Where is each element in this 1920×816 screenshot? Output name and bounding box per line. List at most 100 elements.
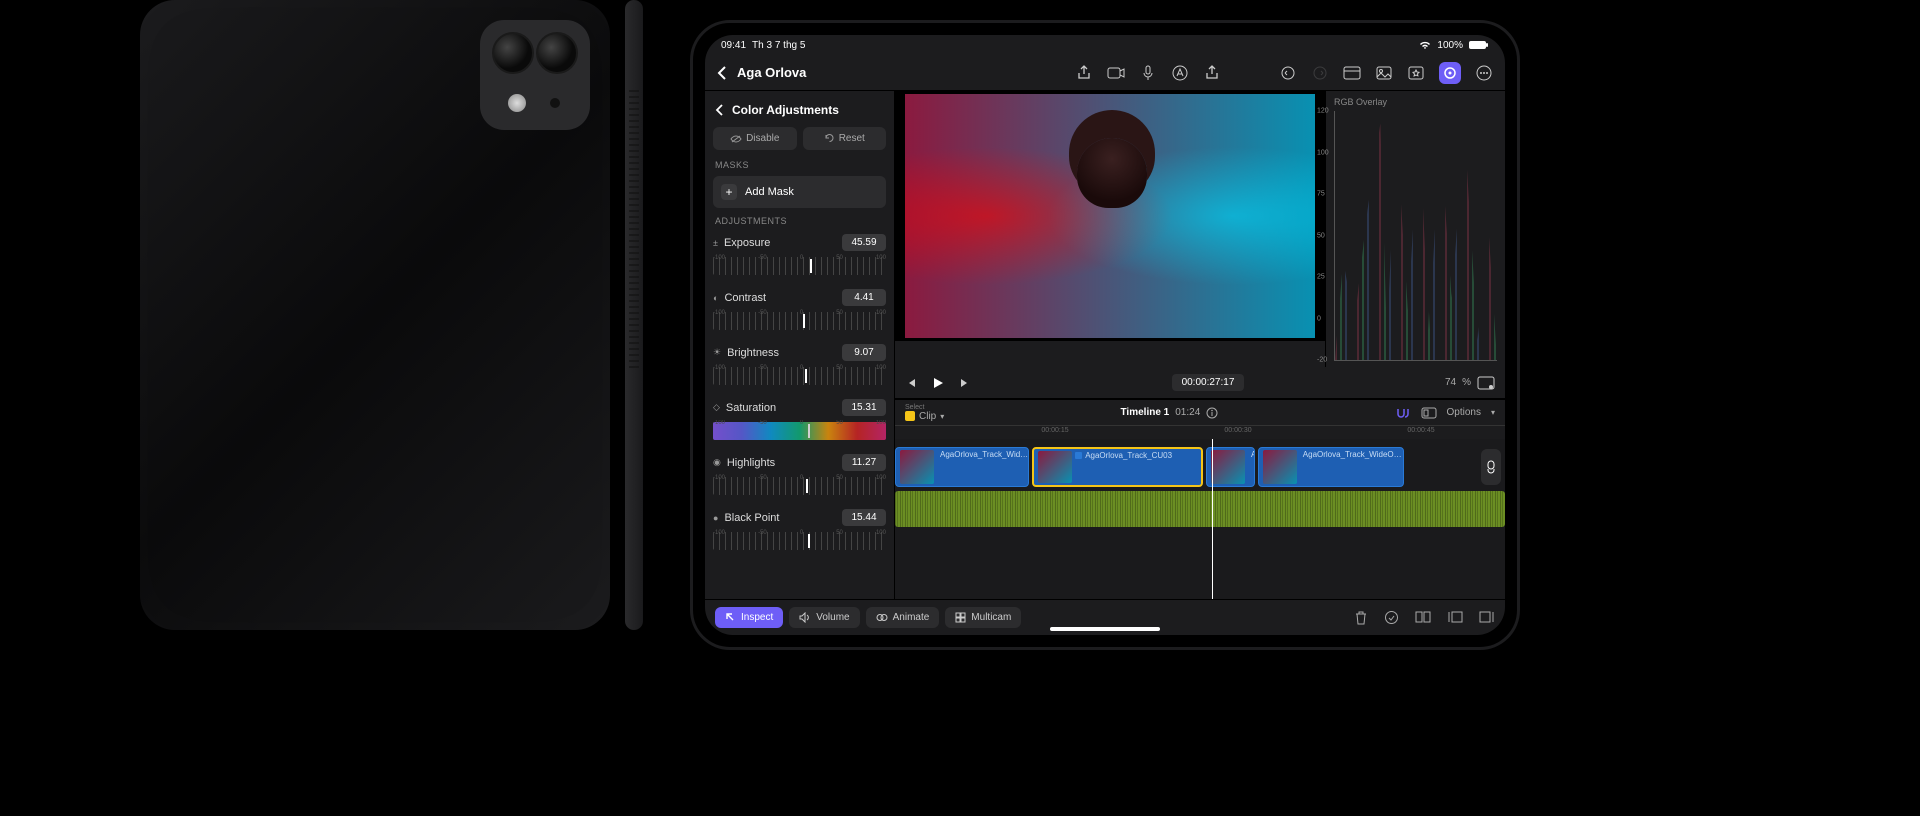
adjustment-value[interactable]: 11.27 [842, 454, 886, 471]
adjustment-slider[interactable]: -100-50050100 [713, 477, 886, 495]
lidar-icon [550, 98, 560, 108]
battery-icon [1469, 40, 1489, 50]
redo-icon[interactable] [1311, 64, 1329, 82]
timeline-clip[interactable]: A… [1206, 447, 1255, 487]
adjustment-row: ◐Contrast 4.41 -100-50050100 [713, 287, 886, 330]
adjustment-slider[interactable]: -100-50050100 [713, 312, 886, 330]
export-icon[interactable] [1203, 64, 1221, 82]
video-track[interactable]: AgaOrlova_Track_Wid… AgaOrlova_Track_CU03… [895, 447, 1505, 487]
camera-lens-icon [492, 32, 534, 74]
split-button[interactable] [1415, 610, 1431, 626]
eye-off-icon [730, 134, 742, 144]
adjustment-label: Brightness [727, 347, 779, 359]
home-indicator[interactable] [1050, 627, 1160, 631]
playhead[interactable] [1212, 439, 1213, 599]
adjustment-value[interactable]: 4.41 [842, 289, 886, 306]
scope-tick: 100 [1317, 149, 1329, 156]
inspect-tab[interactable]: Inspect [715, 607, 783, 628]
adjustment-slider[interactable]: -100-50050100 [713, 422, 886, 440]
info-icon[interactable] [1206, 407, 1218, 419]
clip-thumbnail [900, 450, 934, 484]
plus-icon: + [721, 184, 737, 200]
disable-button[interactable]: Disable [713, 127, 797, 150]
adjustment-label: Highlights [727, 457, 775, 469]
more-icon[interactable] [1475, 64, 1493, 82]
share-icon[interactable] [1075, 64, 1093, 82]
scopes-panel: RGB Overlay 1201007550250-20 [1325, 91, 1505, 367]
timeline-clip[interactable]: AgaOrlova_Track_WideO… [1258, 447, 1404, 487]
adjustment-slider[interactable]: -100-50050100 [713, 532, 886, 550]
volume-tab[interactable]: Volume [789, 607, 859, 628]
chevron-down-icon[interactable]: ▾ [940, 412, 944, 421]
camera-lens-icon [536, 32, 578, 74]
timeline-clip[interactable]: AgaOrlova_Track_CU03 [1032, 447, 1203, 487]
adjustment-label: Exposure [724, 237, 770, 249]
wifi-icon [1419, 40, 1431, 50]
clip-name: A… [1251, 450, 1255, 459]
play-button[interactable] [931, 376, 945, 390]
options-button[interactable]: Options [1447, 407, 1481, 418]
adjustment-slider[interactable]: -100-50050100 [713, 257, 886, 275]
view-mode-icon[interactable] [1477, 376, 1495, 390]
audio-track[interactable] [895, 491, 1505, 527]
enable-button[interactable] [1384, 610, 1399, 626]
back-button[interactable] [717, 66, 727, 80]
photo-icon[interactable] [1375, 64, 1393, 82]
next-frame-button[interactable] [959, 377, 971, 389]
reset-icon [824, 133, 835, 144]
adjustment-value[interactable]: 15.44 [842, 509, 886, 526]
prev-frame-button[interactable] [905, 377, 917, 389]
camera-module [480, 20, 590, 130]
color-inspector-icon[interactable] [1439, 62, 1461, 84]
adjustment-value[interactable]: 9.07 [842, 344, 886, 361]
multicam-tab[interactable]: Multicam [945, 607, 1021, 628]
scope-tick: 0 [1317, 315, 1321, 322]
adjustment-row: ◇Saturation 15.31 -100-50050100 [713, 397, 886, 440]
multicam-icon [955, 612, 966, 623]
timecode-display[interactable]: 00:00:27:17 [1172, 374, 1245, 391]
animate-icon [876, 612, 888, 623]
adjustment-value[interactable]: 45.59 [842, 234, 886, 251]
timeline-edge-tool[interactable] [1481, 449, 1501, 485]
add-mask-button[interactable]: + Add Mask [713, 176, 886, 208]
scope-tick: 25 [1317, 274, 1325, 281]
panel-back-icon[interactable] [715, 104, 724, 116]
ipad-back-view [140, 0, 610, 630]
timeline-area[interactable]: AgaOrlova_Track_Wid… AgaOrlova_Track_CU03… [895, 439, 1505, 599]
delete-button[interactable] [1354, 610, 1368, 626]
adjustment-row: ◉ Highlights 11.27 -100-50050100 [713, 452, 886, 495]
select-mode-label: Select [905, 404, 944, 411]
ipad-front-view: 09:41 Th 3 7 thg 5 100% Aga Orlova [690, 20, 1520, 650]
snap-icon[interactable] [1395, 407, 1411, 419]
clip-mode-button[interactable]: Clip [919, 411, 936, 422]
clip-view-icon[interactable] [1421, 407, 1437, 419]
clip-name: AgaOrlova_Track_Wid… [940, 450, 1028, 459]
ipad-side-view [625, 0, 643, 630]
text-icon[interactable] [1171, 64, 1189, 82]
video-viewer[interactable] [895, 91, 1325, 341]
adjustment-slider[interactable]: -100-50050100 [713, 367, 886, 385]
timeline-ruler[interactable]: 00:00:15 00:00:30 00:00:45 [895, 425, 1505, 439]
chevron-down-icon[interactable]: ▾ [1491, 408, 1495, 417]
animate-tab[interactable]: Animate [866, 607, 940, 628]
undo-icon[interactable] [1279, 64, 1297, 82]
adjustment-value[interactable]: 15.31 [842, 399, 886, 416]
adjustment-row: ●Black Point 15.44 -100-50050100 [713, 507, 886, 550]
reset-button[interactable]: Reset [803, 127, 887, 150]
clip-thumbnail [1263, 450, 1297, 484]
zoom-value[interactable]: 74 [1445, 377, 1456, 388]
effects-icon[interactable] [1407, 64, 1425, 82]
inspect-icon [725, 612, 736, 623]
trim-end-button[interactable] [1479, 610, 1495, 626]
adjustment-icon: ◉ [713, 457, 721, 468]
clip-marker-icon [1075, 452, 1082, 459]
color-adjustments-panel: Color Adjustments Disable Reset MASKS + … [705, 91, 895, 599]
adjustment-label: Black Point [724, 512, 779, 524]
trim-start-button[interactable] [1447, 610, 1463, 626]
camera-icon[interactable] [1107, 64, 1125, 82]
flash-icon [508, 94, 526, 112]
scope-tick: 75 [1317, 191, 1325, 198]
mic-icon[interactable] [1139, 64, 1157, 82]
timeline-clip[interactable]: AgaOrlova_Track_Wid… [895, 447, 1029, 487]
browser-icon[interactable] [1343, 64, 1361, 82]
